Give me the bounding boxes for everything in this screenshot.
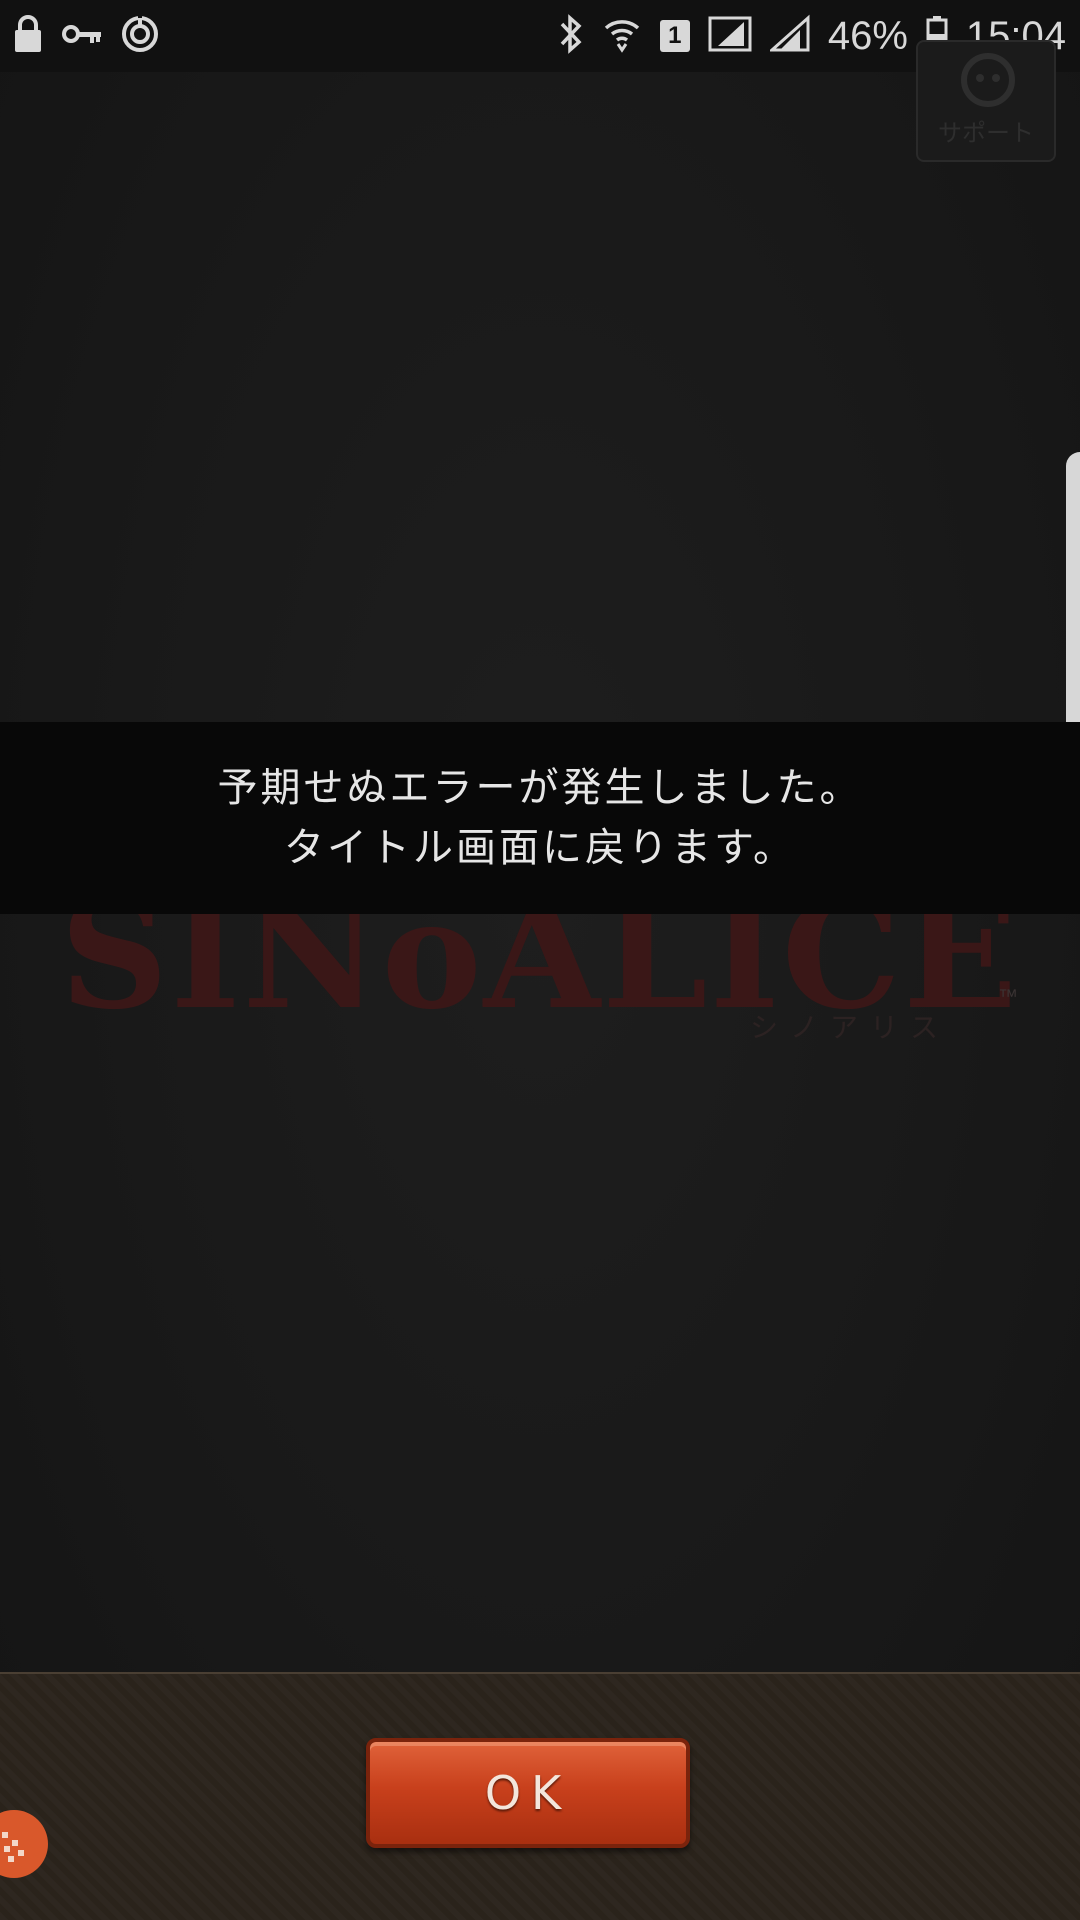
support-label: サポート (938, 119, 1034, 147)
error-banner: 予期せぬエラーが発生しました。 タイトル画面に戻ります。 (0, 722, 1080, 914)
signal-icon (767, 14, 810, 58)
game-screen: 1 46% 15:04 サポート SINoALICE シノアリス ™ 予期せぬエ… (0, 0, 1080, 1920)
status-left-icons (12, 14, 160, 58)
logo-subtitle: シノアリス (750, 1011, 951, 1044)
support-button[interactable]: サポート (916, 40, 1056, 162)
wifi-icon (602, 14, 642, 58)
support-icon (952, 50, 1024, 114)
sim-icon: 1 (659, 20, 690, 52)
key-icon (62, 22, 102, 50)
ok-button[interactable]: OK (366, 1738, 690, 1848)
error-message-line-1: 予期せぬエラーが発生しました。 (217, 765, 863, 811)
sync-icon (120, 14, 160, 58)
logo-trademark: ™ (998, 986, 1018, 1008)
error-message-line-2: タイトル画面に戻ります。 (284, 825, 796, 871)
ok-button-label: OK (484, 1766, 572, 1820)
lock-icon (12, 14, 44, 58)
signal-icon (708, 14, 752, 58)
battery-percent: 46% (827, 13, 908, 58)
bluetooth-icon (558, 14, 584, 58)
